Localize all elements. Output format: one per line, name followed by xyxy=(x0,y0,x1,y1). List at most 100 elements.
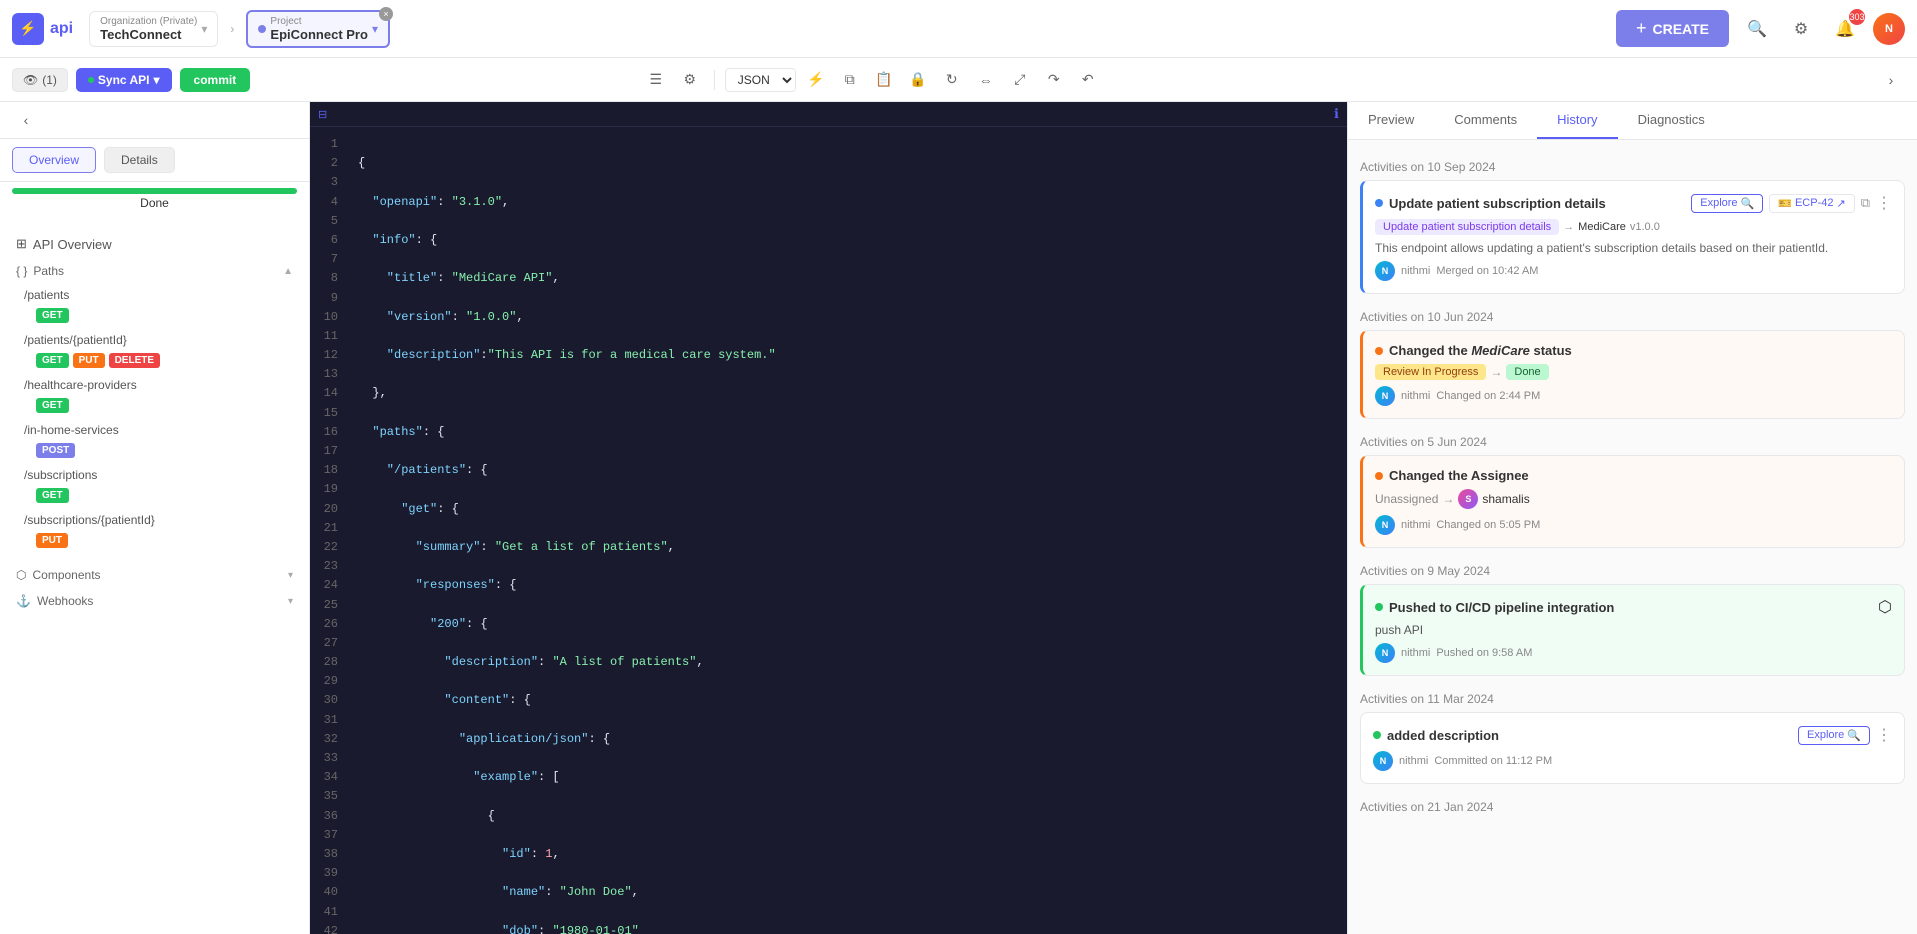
user-action-3: Changed on 5:05 PM xyxy=(1436,519,1540,531)
subscriptions-methods: GET xyxy=(0,486,309,509)
sidebar-item-patients[interactable]: /patients xyxy=(0,284,309,306)
redo-icon-button[interactable]: ↷ xyxy=(1040,66,1068,94)
clipboard-icon-button[interactable]: 📋 xyxy=(870,66,898,94)
code-content: { "openapi": "3.1.0", "info": { "title":… xyxy=(346,127,1347,934)
code-editor[interactable]: ⊟ ℹ 12345 678910 1112131415 1617181920 2… xyxy=(310,102,1347,934)
refresh-icon-button[interactable]: ↻ xyxy=(938,66,966,94)
preview-toggle[interactable]: 👁 (1) xyxy=(12,68,68,92)
explore-button-5[interactable]: Explore 🔍 xyxy=(1798,726,1870,745)
editor-line-indicator: ⊟ xyxy=(318,108,333,121)
activity-header-5: added description Explore 🔍 ⋮ xyxy=(1373,725,1892,745)
push-text: push API xyxy=(1375,623,1892,637)
code-icon: { } xyxy=(16,264,27,278)
main-content: ‹ Overview Details Done ⊞ API Overview {… xyxy=(0,102,1917,934)
webhook-icon: ⚓ xyxy=(16,594,31,608)
editor-scroll-area[interactable]: 12345 678910 1112131415 1617181920 21222… xyxy=(310,127,1347,934)
grid-icon: ⊞ xyxy=(16,236,27,252)
fold-icon[interactable]: ⊟ xyxy=(318,109,327,121)
logo-text: api xyxy=(50,20,73,38)
lock-icon-button[interactable]: 🔒 xyxy=(904,66,932,94)
info-icon[interactable]: ℹ xyxy=(1334,106,1339,122)
sidebar-collapse-button[interactable]: ‹ xyxy=(12,106,40,134)
tab-details[interactable]: Details xyxy=(104,147,175,173)
commit-button[interactable]: commit xyxy=(180,68,251,92)
ecp-button-1[interactable]: 🎫 ECP-42 ↗ xyxy=(1769,194,1854,213)
activity-card-cicd: Pushed to CI/CD pipeline integration ⬡ p… xyxy=(1360,584,1905,676)
tab-comments[interactable]: Comments xyxy=(1434,102,1537,139)
explore-button-1[interactable]: Explore 🔍 xyxy=(1691,194,1763,213)
activity-user-row-3: N nithmi Changed on 5:05 PM xyxy=(1375,515,1892,535)
activity-tag-1: Update patient subscription details xyxy=(1375,219,1559,235)
patients-id-methods: GET PUT DELETE xyxy=(0,351,309,374)
sidebar-item-api-overview[interactable]: ⊞ API Overview xyxy=(0,230,309,258)
sidebar-nav: ⊞ API Overview { } Paths ▲ /patients GET… xyxy=(0,222,309,934)
paths-label: Paths xyxy=(33,264,64,278)
org-chevron-icon: ▾ xyxy=(201,22,207,36)
copy-button-1[interactable]: ⧉ xyxy=(1861,195,1870,211)
in-home-path-text: /in-home-services xyxy=(24,423,119,437)
create-button[interactable]: CREATE xyxy=(1616,10,1729,47)
webhooks-section-left: ⚓ Webhooks xyxy=(16,594,93,608)
activity-card-status-change: Changed the MediCare status Review In Pr… xyxy=(1360,330,1905,419)
tab-diagnostics[interactable]: Diagnostics xyxy=(1618,102,1725,139)
undo-icon-button[interactable]: ↶ xyxy=(1074,66,1102,94)
expand-icon-button[interactable]: ⤢ xyxy=(1006,66,1034,94)
subscriptions-id-path-text: /subscriptions/{patientId} xyxy=(24,513,155,527)
get-badge-healthcare: GET xyxy=(36,398,69,413)
box-icon: ⬡ xyxy=(16,568,26,582)
get-badge-patients-id: GET xyxy=(36,353,69,368)
status-arrow-icon: → xyxy=(1490,365,1502,379)
sidebar-item-patients-id[interactable]: /patients/{patientId} xyxy=(0,329,309,351)
settings-button[interactable]: ⚙ xyxy=(1785,13,1817,45)
preview-count: (1) xyxy=(42,73,57,87)
sidebar-item-subscriptions[interactable]: /subscriptions xyxy=(0,464,309,486)
sidebar-section-components[interactable]: ⬡ Components ▾ xyxy=(0,562,309,588)
next-panel-button[interactable]: › xyxy=(1877,66,1905,94)
fit-width-icon-button[interactable]: ⇔ xyxy=(972,66,1000,94)
put-badge-subscriptions-id: PUT xyxy=(36,533,68,548)
explore-search-icon-5: 🔍 xyxy=(1847,729,1861,742)
editor-toolbar: ⊟ ℹ xyxy=(310,102,1347,127)
unassigned-label: Unassigned xyxy=(1375,492,1438,506)
notification-button[interactable]: 🔔 303 xyxy=(1829,13,1861,45)
panel-toggle-button[interactable]: ☰ xyxy=(642,66,670,94)
tab-history[interactable]: History xyxy=(1537,102,1617,139)
user-avatar-2: N xyxy=(1375,386,1395,406)
lightning-icon-button[interactable]: ⚡ xyxy=(802,66,830,94)
eye-icon: 👁 xyxy=(23,73,38,87)
user-avatar-5: N xyxy=(1373,751,1393,771)
project-selector[interactable]: × Project EpiConnect Pro ▾ xyxy=(246,10,390,48)
sidebar-section-paths[interactable]: { } Paths ▲ xyxy=(0,258,309,284)
healthcare-path-text: /healthcare-providers xyxy=(24,378,137,392)
search-button[interactable]: 🔍 xyxy=(1741,13,1773,45)
breadcrumb-separator: › xyxy=(230,22,234,36)
org-label: Organization (Private) xyxy=(100,16,197,27)
app-logo[interactable]: ⚡ api xyxy=(12,13,73,45)
user-avatar-4: N xyxy=(1375,643,1395,663)
more-menu-button-1[interactable]: ⋮ xyxy=(1876,193,1892,213)
tab-overview[interactable]: Overview xyxy=(12,147,96,173)
sidebar-section-webhooks[interactable]: ⚓ Webhooks ▾ xyxy=(0,588,309,614)
paths-chevron-icon: ▲ xyxy=(283,266,293,277)
get-badge-patients: GET xyxy=(36,308,69,323)
org-selector[interactable]: Organization (Private) TechConnect ▾ xyxy=(89,11,218,47)
user-action-5: Committed on 11:12 PM xyxy=(1434,755,1552,767)
sync-api-button[interactable]: Sync API ▾ xyxy=(76,68,172,92)
project-close-icon[interactable]: × xyxy=(379,7,393,21)
format-selector[interactable]: JSON YAML xyxy=(725,68,796,92)
more-menu-button-5[interactable]: ⋮ xyxy=(1876,725,1892,745)
sidebar-item-healthcare[interactable]: /healthcare-providers xyxy=(0,374,309,396)
copy-icon-button[interactable]: ⧉ xyxy=(836,66,864,94)
sidebar-item-in-home[interactable]: /in-home-services xyxy=(0,419,309,441)
paths-section-left: { } Paths xyxy=(16,264,64,278)
subscriptions-id-methods: PUT xyxy=(0,531,309,554)
tab-preview[interactable]: Preview xyxy=(1348,102,1434,139)
user-avatar[interactable]: N xyxy=(1873,13,1905,45)
in-home-methods: POST xyxy=(0,441,309,464)
sidebar-item-subscriptions-id[interactable]: /subscriptions/{patientId} xyxy=(0,509,309,531)
get-badge-subscriptions: GET xyxy=(36,488,69,503)
activity-title-5: added description xyxy=(1373,728,1499,743)
activity-tag-row-1: Update patient subscription details → Me… xyxy=(1375,219,1892,235)
settings-icon-button[interactable]: ⚙ xyxy=(676,66,704,94)
user-name-2: nithmi xyxy=(1401,390,1430,402)
